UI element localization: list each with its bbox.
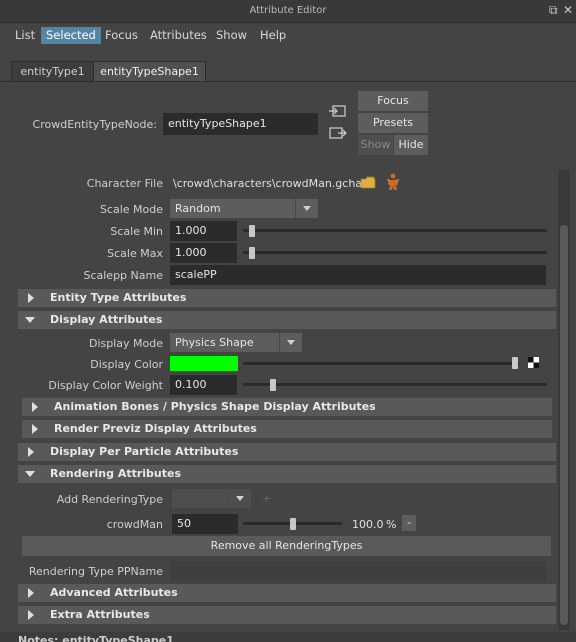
collapse-arrow-icon bbox=[25, 317, 35, 323]
display-color-weight-slider-track[interactable] bbox=[243, 383, 547, 386]
rendering-type-ppname-field[interactable] bbox=[170, 561, 546, 581]
expand-arrow-icon bbox=[28, 588, 34, 598]
scale-min-label: Scale Min bbox=[110, 225, 163, 238]
menu-selected[interactable]: Selected bbox=[41, 27, 101, 44]
crowdman-label: crowdMan bbox=[106, 518, 163, 531]
section-animation-bones[interactable]: Animation Bones / Physics Shape Display … bbox=[22, 398, 552, 416]
window-title: Attribute Editor bbox=[249, 5, 327, 16]
crowdman-percent-sign: % bbox=[386, 518, 397, 531]
node-type-label: CrowdEntityTypeNode: bbox=[32, 118, 157, 131]
rendering-type-ppname-label: Rendering Type PPName bbox=[28, 565, 163, 578]
scale-max-label: Scale Max bbox=[107, 247, 163, 260]
display-color-weight-slider-handle[interactable] bbox=[270, 379, 277, 391]
section-title: Entity Type Attributes bbox=[50, 291, 187, 304]
section-title: Display Per Particle Attributes bbox=[50, 445, 239, 458]
folder-icon[interactable] bbox=[360, 176, 376, 189]
display-color-slider-handle[interactable] bbox=[512, 357, 518, 369]
menu-list[interactable]: List bbox=[10, 27, 40, 44]
presets-button[interactable]: Presets bbox=[358, 113, 428, 133]
display-color-weight-label: Display Color Weight bbox=[48, 379, 163, 392]
notes-label: Notes: entityTypeShape1 bbox=[18, 634, 174, 642]
section-extra-attributes[interactable]: Extra Attributes bbox=[18, 606, 556, 624]
display-mode-value: Physics Shape bbox=[175, 336, 254, 349]
scale-mode-value: Random bbox=[175, 202, 221, 215]
expand-arrow-icon bbox=[28, 447, 34, 457]
scalepp-name-field[interactable]: scalePP bbox=[170, 265, 546, 285]
hide-button[interactable]: Hide bbox=[394, 135, 428, 155]
menu-attributes[interactable]: Attributes bbox=[145, 27, 212, 44]
expand-arrow-icon bbox=[28, 293, 34, 303]
remove-all-rendering-types-button[interactable]: Remove all RenderingTypes bbox=[22, 536, 551, 556]
input-connection-icon[interactable] bbox=[329, 104, 347, 118]
show-button[interactable]: Show bbox=[358, 135, 393, 155]
crowdman-remove-button[interactable]: - bbox=[402, 515, 416, 531]
scale-mode-dropdown[interactable]: Random bbox=[170, 199, 318, 218]
chevron-down-icon bbox=[295, 199, 318, 218]
scalepp-name-label: Scalepp Name bbox=[83, 269, 163, 282]
menu-bar: List Selected Focus Attributes Show Help bbox=[0, 23, 576, 47]
section-title: Animation Bones / Physics Shape Display … bbox=[54, 400, 376, 413]
display-mode-label: Display Mode bbox=[88, 337, 163, 350]
display-color-weight-field[interactable]: 0.100 bbox=[170, 375, 237, 395]
section-title: Extra Attributes bbox=[50, 608, 150, 621]
display-mode-dropdown[interactable]: Physics Shape bbox=[170, 333, 302, 352]
character-file-path: \crowd\characters\crowdMan.gcha bbox=[173, 177, 363, 190]
scale-min-slider-handle[interactable] bbox=[249, 225, 256, 237]
display-color-label: Display Color bbox=[90, 358, 163, 371]
section-title: Render Previz Display Attributes bbox=[54, 422, 257, 435]
scale-max-slider-handle[interactable] bbox=[249, 247, 256, 259]
add-rendering-type-plus[interactable]: + bbox=[262, 492, 271, 505]
collapse-arrow-icon bbox=[25, 471, 35, 477]
add-rendering-type-dropdown[interactable] bbox=[172, 489, 251, 508]
section-title: Advanced Attributes bbox=[50, 586, 178, 599]
menu-help[interactable]: Help bbox=[255, 27, 291, 44]
display-color-slider-track[interactable] bbox=[243, 362, 519, 365]
chevron-down-icon bbox=[279, 333, 302, 352]
tab-divider bbox=[0, 81, 576, 82]
crowdman-slider-handle[interactable] bbox=[289, 518, 296, 530]
chevron-down-icon bbox=[228, 489, 251, 508]
scale-min-field[interactable]: 1.000 bbox=[170, 221, 237, 241]
close-icon[interactable]: ✕ bbox=[563, 3, 573, 17]
section-render-previz[interactable]: Render Previz Display Attributes bbox=[22, 420, 552, 438]
display-color-swatch[interactable] bbox=[170, 356, 238, 371]
notes-bar: Notes: entityTypeShape1 bbox=[0, 632, 576, 642]
output-connection-icon[interactable] bbox=[329, 126, 347, 140]
section-advanced-attributes[interactable]: Advanced Attributes bbox=[18, 584, 556, 602]
add-rendering-type-label: Add RenderingType bbox=[56, 493, 163, 506]
scale-max-slider-track[interactable] bbox=[243, 251, 547, 254]
character-icon[interactable] bbox=[385, 173, 401, 191]
expand-arrow-icon bbox=[28, 610, 34, 620]
node-name-field[interactable]: entityTypeShape1 bbox=[163, 113, 318, 135]
menu-focus[interactable]: Focus bbox=[100, 27, 143, 44]
section-title: Display Attributes bbox=[50, 313, 163, 326]
focus-button[interactable]: Focus bbox=[358, 91, 428, 111]
menu-show[interactable]: Show bbox=[211, 27, 252, 44]
scrollbar-thumb[interactable] bbox=[560, 225, 568, 625]
tab-entitytypeshape1[interactable]: entityTypeShape1 bbox=[93, 61, 206, 82]
section-rendering-attributes[interactable]: Rendering Attributes bbox=[18, 465, 556, 483]
crowdman-percent: 100.0 bbox=[352, 518, 384, 531]
scrollbar[interactable] bbox=[558, 170, 570, 630]
section-display-attributes[interactable]: Display Attributes bbox=[18, 311, 556, 329]
float-icon[interactable]: ⧉ bbox=[549, 3, 558, 18]
scale-max-field[interactable]: 1.000 bbox=[170, 243, 237, 263]
title-bar: Attribute Editor ⧉ ✕ bbox=[0, 0, 576, 23]
crowdman-field[interactable]: 50 bbox=[172, 514, 238, 534]
section-entity-type-attributes[interactable]: Entity Type Attributes bbox=[18, 289, 556, 307]
expand-arrow-icon bbox=[32, 424, 38, 434]
scale-min-slider-track[interactable] bbox=[243, 229, 547, 232]
expand-arrow-icon bbox=[32, 402, 38, 412]
color-picker-icon[interactable] bbox=[528, 357, 539, 368]
section-display-per-particle[interactable]: Display Per Particle Attributes bbox=[18, 443, 556, 461]
tab-entitytype1[interactable]: entityType1 bbox=[11, 61, 94, 82]
section-title: Rendering Attributes bbox=[50, 467, 182, 480]
character-file-label: Character File bbox=[86, 177, 163, 190]
scale-mode-label: Scale Mode bbox=[99, 203, 163, 216]
